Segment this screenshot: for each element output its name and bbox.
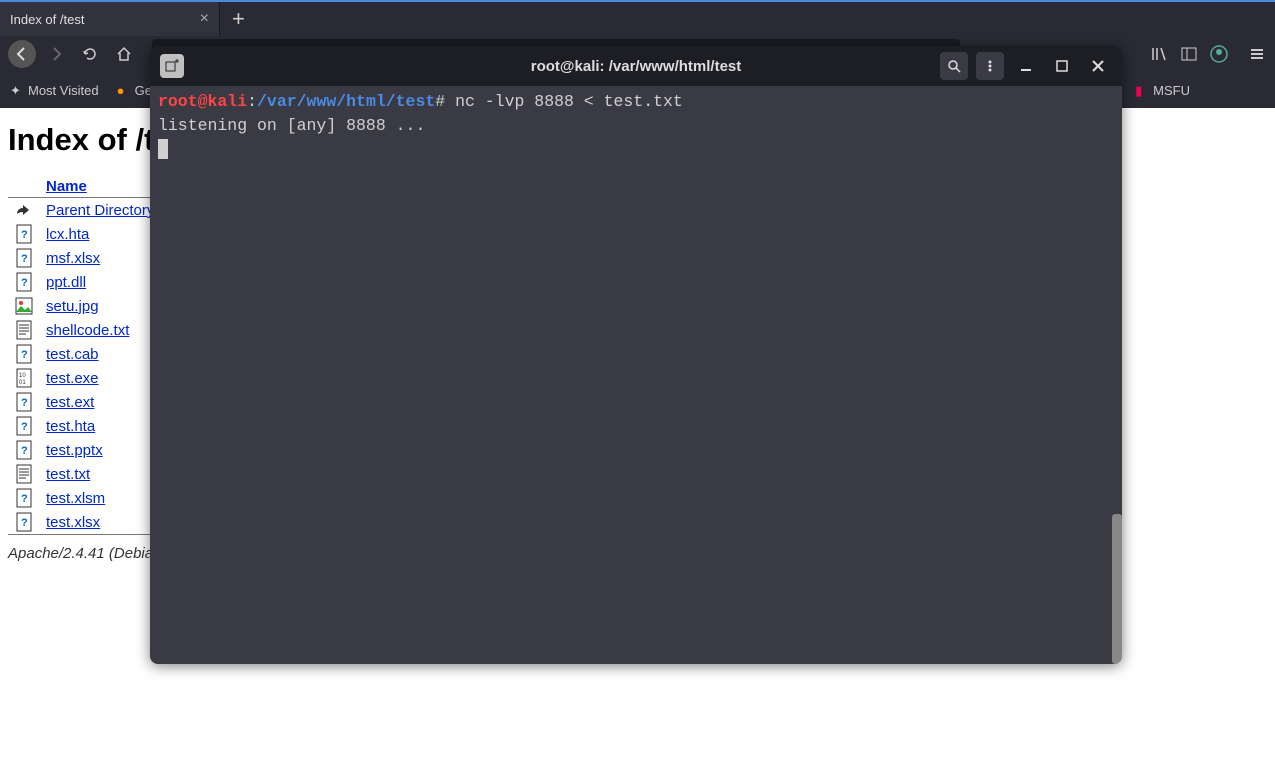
terminal-prompt-line: root@kali:/var/www/html/test# nc -lvp 88… (158, 90, 1114, 114)
terminal-path: /var/www/html/test (257, 92, 435, 111)
file-icon: ? (14, 392, 34, 412)
file-link[interactable]: test.exe (46, 370, 99, 387)
file-link[interactable]: test.xlsx (46, 514, 100, 531)
tab-close-icon[interactable]: × (200, 10, 209, 28)
maximize-icon (1056, 60, 1068, 72)
file-icon: ? (14, 272, 34, 292)
close-icon (1092, 60, 1104, 72)
terminal-cursor (158, 139, 168, 159)
svg-text:01: 01 (19, 380, 26, 386)
library-icon[interactable] (1149, 44, 1169, 64)
terminal-prompt-symbol: # (435, 92, 445, 111)
svg-text:?: ? (21, 397, 28, 409)
file-icon: ? (14, 512, 34, 532)
svg-text:?: ? (21, 517, 28, 529)
forward-button[interactable] (42, 40, 70, 68)
file-icon: ? (14, 488, 34, 508)
terminal-output: listening on [any] 8888 ... (158, 114, 1114, 138)
reload-icon (82, 46, 98, 62)
file-icon: ? (14, 416, 34, 436)
tab-bar: Index of /test × + (0, 0, 1275, 36)
profile-icon[interactable] (1209, 44, 1229, 64)
file-link[interactable]: test.cab (46, 346, 99, 363)
parent-dir-icon (14, 200, 34, 220)
svg-text:10: 10 (19, 373, 26, 379)
terminal-window[interactable]: root@kali: /var/www/html/test root@kali:… (150, 46, 1122, 664)
file-link[interactable]: lcx.hta (46, 226, 89, 243)
back-button[interactable] (8, 40, 36, 68)
svg-text:?: ? (21, 349, 28, 361)
menu-icon[interactable] (1247, 44, 1267, 64)
parent-directory-link[interactable]: Parent Directory (46, 202, 154, 219)
sidebar-icon[interactable] (1179, 44, 1199, 64)
svg-text:?: ? (21, 493, 28, 505)
file-link[interactable]: ppt.dll (46, 274, 86, 291)
minimize-icon (1020, 60, 1032, 72)
browser-tab[interactable]: Index of /test × (0, 2, 220, 36)
file-icon: ? (14, 344, 34, 364)
file-icon: 1001 (14, 368, 34, 388)
file-icon: ? (14, 440, 34, 460)
terminal-body[interactable]: root@kali:/var/www/html/test# nc -lvp 88… (150, 86, 1122, 664)
file-icon: ? (14, 224, 34, 244)
file-icon (14, 320, 34, 340)
file-icon: ? (14, 248, 34, 268)
bookmark-most-visited[interactable]: ✦Most Visited (10, 83, 99, 98)
search-icon (947, 59, 961, 73)
file-link[interactable]: msf.xlsx (46, 250, 100, 267)
file-link[interactable]: setu.jpg (46, 298, 99, 315)
terminal-titlebar[interactable]: root@kali: /var/www/html/test (150, 46, 1122, 86)
arrow-left-icon (14, 46, 30, 62)
terminal-command: nc -lvp 8888 < test.txt (445, 92, 683, 111)
file-link[interactable]: shellcode.txt (46, 322, 129, 339)
home-button[interactable] (110, 40, 138, 68)
file-link[interactable]: test.txt (46, 466, 90, 483)
arrow-right-icon (48, 46, 64, 62)
svg-text:?: ? (21, 421, 28, 433)
terminal-search-button[interactable] (940, 52, 968, 80)
home-icon (116, 46, 132, 62)
svg-text:?: ? (21, 277, 28, 289)
file-link[interactable]: test.hta (46, 418, 95, 435)
svg-text:?: ? (21, 229, 28, 241)
tab-title: Index of /test (10, 12, 84, 27)
terminal-user: root@kali (158, 92, 247, 111)
terminal-menu-button[interactable] (976, 52, 1004, 80)
terminal-close-button[interactable] (1084, 52, 1112, 80)
col-name[interactable]: Name (46, 178, 87, 195)
terminal-maximize-button[interactable] (1048, 52, 1076, 80)
new-tab-button[interactable]: + (232, 6, 245, 32)
file-icon (14, 296, 34, 316)
svg-text:?: ? (21, 253, 28, 265)
kebab-icon (983, 59, 997, 73)
file-icon (14, 464, 34, 484)
file-link[interactable]: test.pptx (46, 442, 103, 459)
bookmark-msfu[interactable]: ▮MSFU (1135, 83, 1190, 98)
file-link[interactable]: test.xlsm (46, 490, 105, 507)
terminal-new-tab-icon[interactable] (160, 54, 184, 78)
terminal-minimize-button[interactable] (1012, 52, 1040, 80)
reload-button[interactable] (76, 40, 104, 68)
svg-text:?: ? (21, 445, 28, 457)
terminal-scrollbar[interactable] (1112, 514, 1122, 664)
file-link[interactable]: test.ext (46, 394, 94, 411)
terminal-title: root@kali: /var/www/html/test (531, 58, 742, 75)
